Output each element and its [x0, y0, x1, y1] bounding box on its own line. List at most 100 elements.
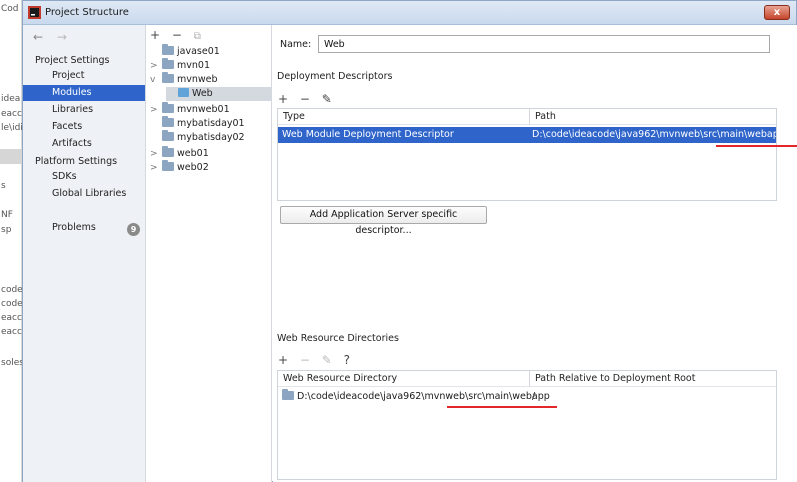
tree-node[interactable]: javase01	[150, 44, 220, 59]
deployment-descriptors-heading: Deployment Descriptors	[277, 71, 393, 82]
deployment-descriptors-table: Type Path Web Module Deployment Descript…	[277, 108, 777, 201]
module-folder-icon	[162, 102, 174, 113]
nav-item-modules[interactable]: Modules	[23, 85, 145, 101]
column-divider	[529, 109, 530, 125]
tree-node-label: web02	[177, 162, 209, 173]
table-header: Type Path	[278, 109, 776, 125]
expander-icon[interactable]: v	[150, 73, 162, 87]
add-server-descriptor-button[interactable]: Add Application Server specific descript…	[280, 206, 487, 236]
column-header-path[interactable]: Path	[535, 111, 556, 122]
module-folder-icon	[162, 130, 174, 141]
tree-node-label: mvnweb	[177, 74, 218, 85]
back-arrow-icon[interactable]: ←	[33, 30, 43, 44]
background-text: Cod	[1, 4, 19, 14]
intellij-app-icon	[28, 6, 41, 19]
dialog-title: Project Structure	[45, 7, 129, 18]
background-selection	[0, 149, 22, 164]
web-resource-directories-table: Web Resource Directory Path Relative to …	[277, 370, 777, 480]
module-folder-icon	[162, 116, 174, 127]
tree-node[interactable]: v mvnweb	[150, 72, 218, 87]
background-text: code	[1, 285, 22, 295]
deployment-toolbar: + − ✎	[278, 92, 340, 106]
column-header-directory[interactable]: Web Resource Directory	[283, 373, 397, 384]
descriptor-type-cell: Web Module Deployment Descriptor	[282, 129, 454, 140]
table-row[interactable]: Web Module Deployment Descriptor D:\code…	[278, 127, 776, 143]
descriptor-path-cell: D:\code\ideacode\java962\mvnweb\src\main…	[532, 129, 776, 140]
remove-icon[interactable]: −	[172, 28, 182, 42]
tree-node[interactable]: > mvnweb01	[150, 102, 230, 117]
tree-toolbar: + − ⧉	[150, 28, 209, 42]
background-text: eacc	[1, 327, 22, 337]
tree-node-label: mvnweb01	[177, 104, 230, 115]
column-header-type[interactable]: Type	[283, 111, 305, 122]
nav-item-facets[interactable]: Facets	[23, 119, 145, 135]
background-text: s	[1, 181, 6, 191]
module-folder-icon	[162, 44, 174, 55]
tree-node-label: Web	[192, 88, 213, 99]
add-icon[interactable]: +	[278, 92, 288, 106]
nav-item-project[interactable]: Project	[23, 68, 145, 84]
background-text: le\idi	[1, 123, 22, 133]
problems-count-badge: 9	[127, 223, 140, 236]
web-resource-toolbar: + − ✎ ?	[278, 353, 358, 367]
background-text: soles	[1, 358, 22, 368]
module-tree: + − ⧉ javase01 > mvn01 v mvnweb Web > mvnwe…	[146, 25, 272, 482]
web-resource-directories-heading: Web Resource Directories	[277, 333, 399, 344]
table-row[interactable]: D:\code\ideacode\java962\mvnweb\src\main…	[278, 389, 776, 405]
add-icon[interactable]: +	[278, 353, 288, 367]
tree-node[interactable]: mybatisday02	[150, 130, 245, 145]
tree-node-label: mvn01	[177, 60, 210, 71]
background-text: eacc	[1, 109, 22, 119]
background-text: NF	[1, 210, 13, 220]
remove-icon[interactable]: −	[300, 353, 310, 367]
tree-node-label: mybatisday01	[177, 118, 245, 129]
nav-arrows: ← →	[33, 30, 77, 44]
expander-icon[interactable]: >	[150, 59, 162, 73]
tree-node-label: mybatisday02	[177, 132, 245, 143]
help-icon[interactable]: ?	[344, 353, 350, 367]
tree-node[interactable]: > web01	[150, 146, 209, 161]
nav-item-sdks[interactable]: SDKs	[23, 169, 145, 185]
nav-item-global-libraries[interactable]: Global Libraries	[23, 186, 145, 202]
title-bar[interactable]: Project Structure x	[23, 1, 796, 25]
column-header-relative-path[interactable]: Path Relative to Deployment Root	[535, 373, 695, 384]
expander-icon[interactable]: >	[150, 147, 162, 161]
directory-cell: D:\code\ideacode\java962\mvnweb\src\main…	[282, 389, 550, 405]
add-icon[interactable]: +	[150, 28, 160, 42]
tree-node-label: javase01	[177, 46, 220, 57]
tree-node-web-facet[interactable]: Web	[166, 87, 272, 101]
folder-icon	[282, 389, 294, 400]
expander-icon[interactable]: >	[150, 161, 162, 175]
module-folder-icon	[162, 72, 174, 83]
red-annotation-underline	[447, 406, 557, 408]
settings-nav: ← → Project Settings Project Modules Lib…	[23, 25, 146, 482]
web-facet-icon	[178, 88, 189, 97]
column-divider	[529, 371, 530, 387]
module-folder-icon	[162, 58, 174, 69]
tree-node[interactable]: mybatisday01	[150, 116, 245, 131]
tree-node[interactable]: > mvn01	[150, 58, 210, 73]
project-structure-dialog: Project Structure x ← → Project Settings…	[22, 0, 797, 482]
nav-item-libraries[interactable]: Libraries	[23, 102, 145, 118]
expander-icon[interactable]: >	[150, 103, 162, 117]
background-text: code	[1, 299, 22, 309]
background-text: eacc	[1, 313, 22, 323]
copy-icon[interactable]: ⧉	[194, 31, 201, 42]
tree-node[interactable]: > web02	[150, 160, 209, 175]
directory-path: D:\code\ideacode\java962\mvnweb\src\main…	[297, 391, 550, 402]
edit-icon[interactable]: ✎	[322, 92, 332, 106]
background-ide-strip: Cod idea eacc le\idi s NF sp code code e…	[0, 0, 22, 482]
edit-icon[interactable]: ✎	[322, 353, 332, 367]
nav-item-artifacts[interactable]: Artifacts	[23, 136, 145, 152]
tree-node-label: web01	[177, 148, 209, 159]
name-label: Name:	[280, 39, 312, 50]
module-folder-icon	[162, 160, 174, 171]
close-button[interactable]: x	[764, 5, 790, 20]
forward-arrow-icon[interactable]: →	[57, 30, 67, 44]
background-text: sp	[1, 225, 12, 235]
remove-icon[interactable]: −	[300, 92, 310, 106]
project-settings-heading: Project Settings	[35, 55, 110, 66]
background-text: idea	[1, 94, 21, 104]
red-annotation-underline	[716, 145, 797, 147]
name-field[interactable]	[318, 35, 770, 53]
